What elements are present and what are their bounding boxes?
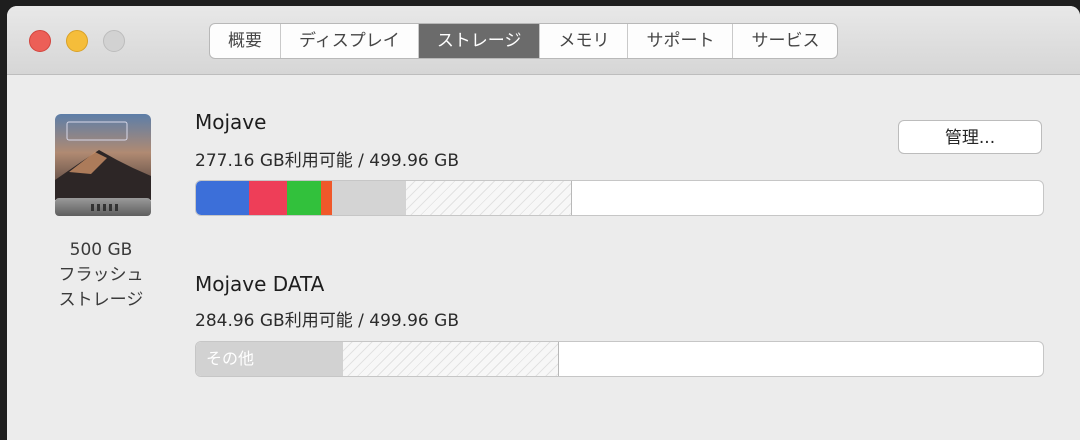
drive-type-line2: ストレージ — [58, 290, 144, 310]
usage-segment-label: その他 — [206, 349, 255, 368]
usage-segment-purgeable — [406, 181, 573, 215]
volume-usage-text: 277.16 GB利用可能 / 499.96 GB — [195, 151, 459, 171]
usage-segment-purgeable — [342, 342, 559, 376]
usage-segment-other: その他 — [196, 342, 343, 376]
usage-segment-green — [286, 181, 321, 215]
volume-name: Mojave — [195, 110, 267, 134]
tab-displays[interactable]: ディスプレイ — [281, 24, 419, 58]
manage-button[interactable]: 管理... — [898, 120, 1042, 154]
tab-service[interactable]: サービス — [733, 24, 837, 58]
close-button[interactable] — [29, 30, 51, 52]
flash-drive-icon — [55, 114, 151, 216]
toolbar: 概要 ディスプレイ ストレージ メモリ サポート サービス — [7, 6, 1080, 75]
tab-overview[interactable]: 概要 — [210, 24, 281, 58]
storage-usage-bar: その他 — [195, 341, 1044, 377]
tab-support[interactable]: サポート — [628, 24, 734, 58]
usage-segment-orange — [320, 181, 333, 215]
volume-name: Mojave DATA — [195, 272, 325, 296]
volume-usage-text: 284.96 GB利用可能 / 499.96 GB — [195, 311, 459, 331]
drive-caption: 500 GB フラッシュ ストレージ — [41, 238, 161, 313]
about-this-mac-window: 概要 ディスプレイ ストレージ メモリ サポート サービス 500 GB フラッ… — [7, 6, 1080, 440]
tab-storage[interactable]: ストレージ — [418, 24, 541, 58]
drive-size: 500 GB — [69, 240, 133, 260]
tab-bar: 概要 ディスプレイ ストレージ メモリ サポート サービス — [209, 23, 839, 59]
usage-segment-gray — [332, 181, 407, 215]
storage-usage-bar — [195, 180, 1044, 216]
minimize-button[interactable] — [66, 30, 88, 52]
usage-segment-blue — [196, 181, 249, 215]
drive-type-line1: フラッシュ — [58, 265, 144, 285]
usage-segment-red — [248, 181, 287, 215]
zoom-button-disabled — [103, 30, 125, 52]
tab-memory[interactable]: メモリ — [540, 24, 629, 58]
